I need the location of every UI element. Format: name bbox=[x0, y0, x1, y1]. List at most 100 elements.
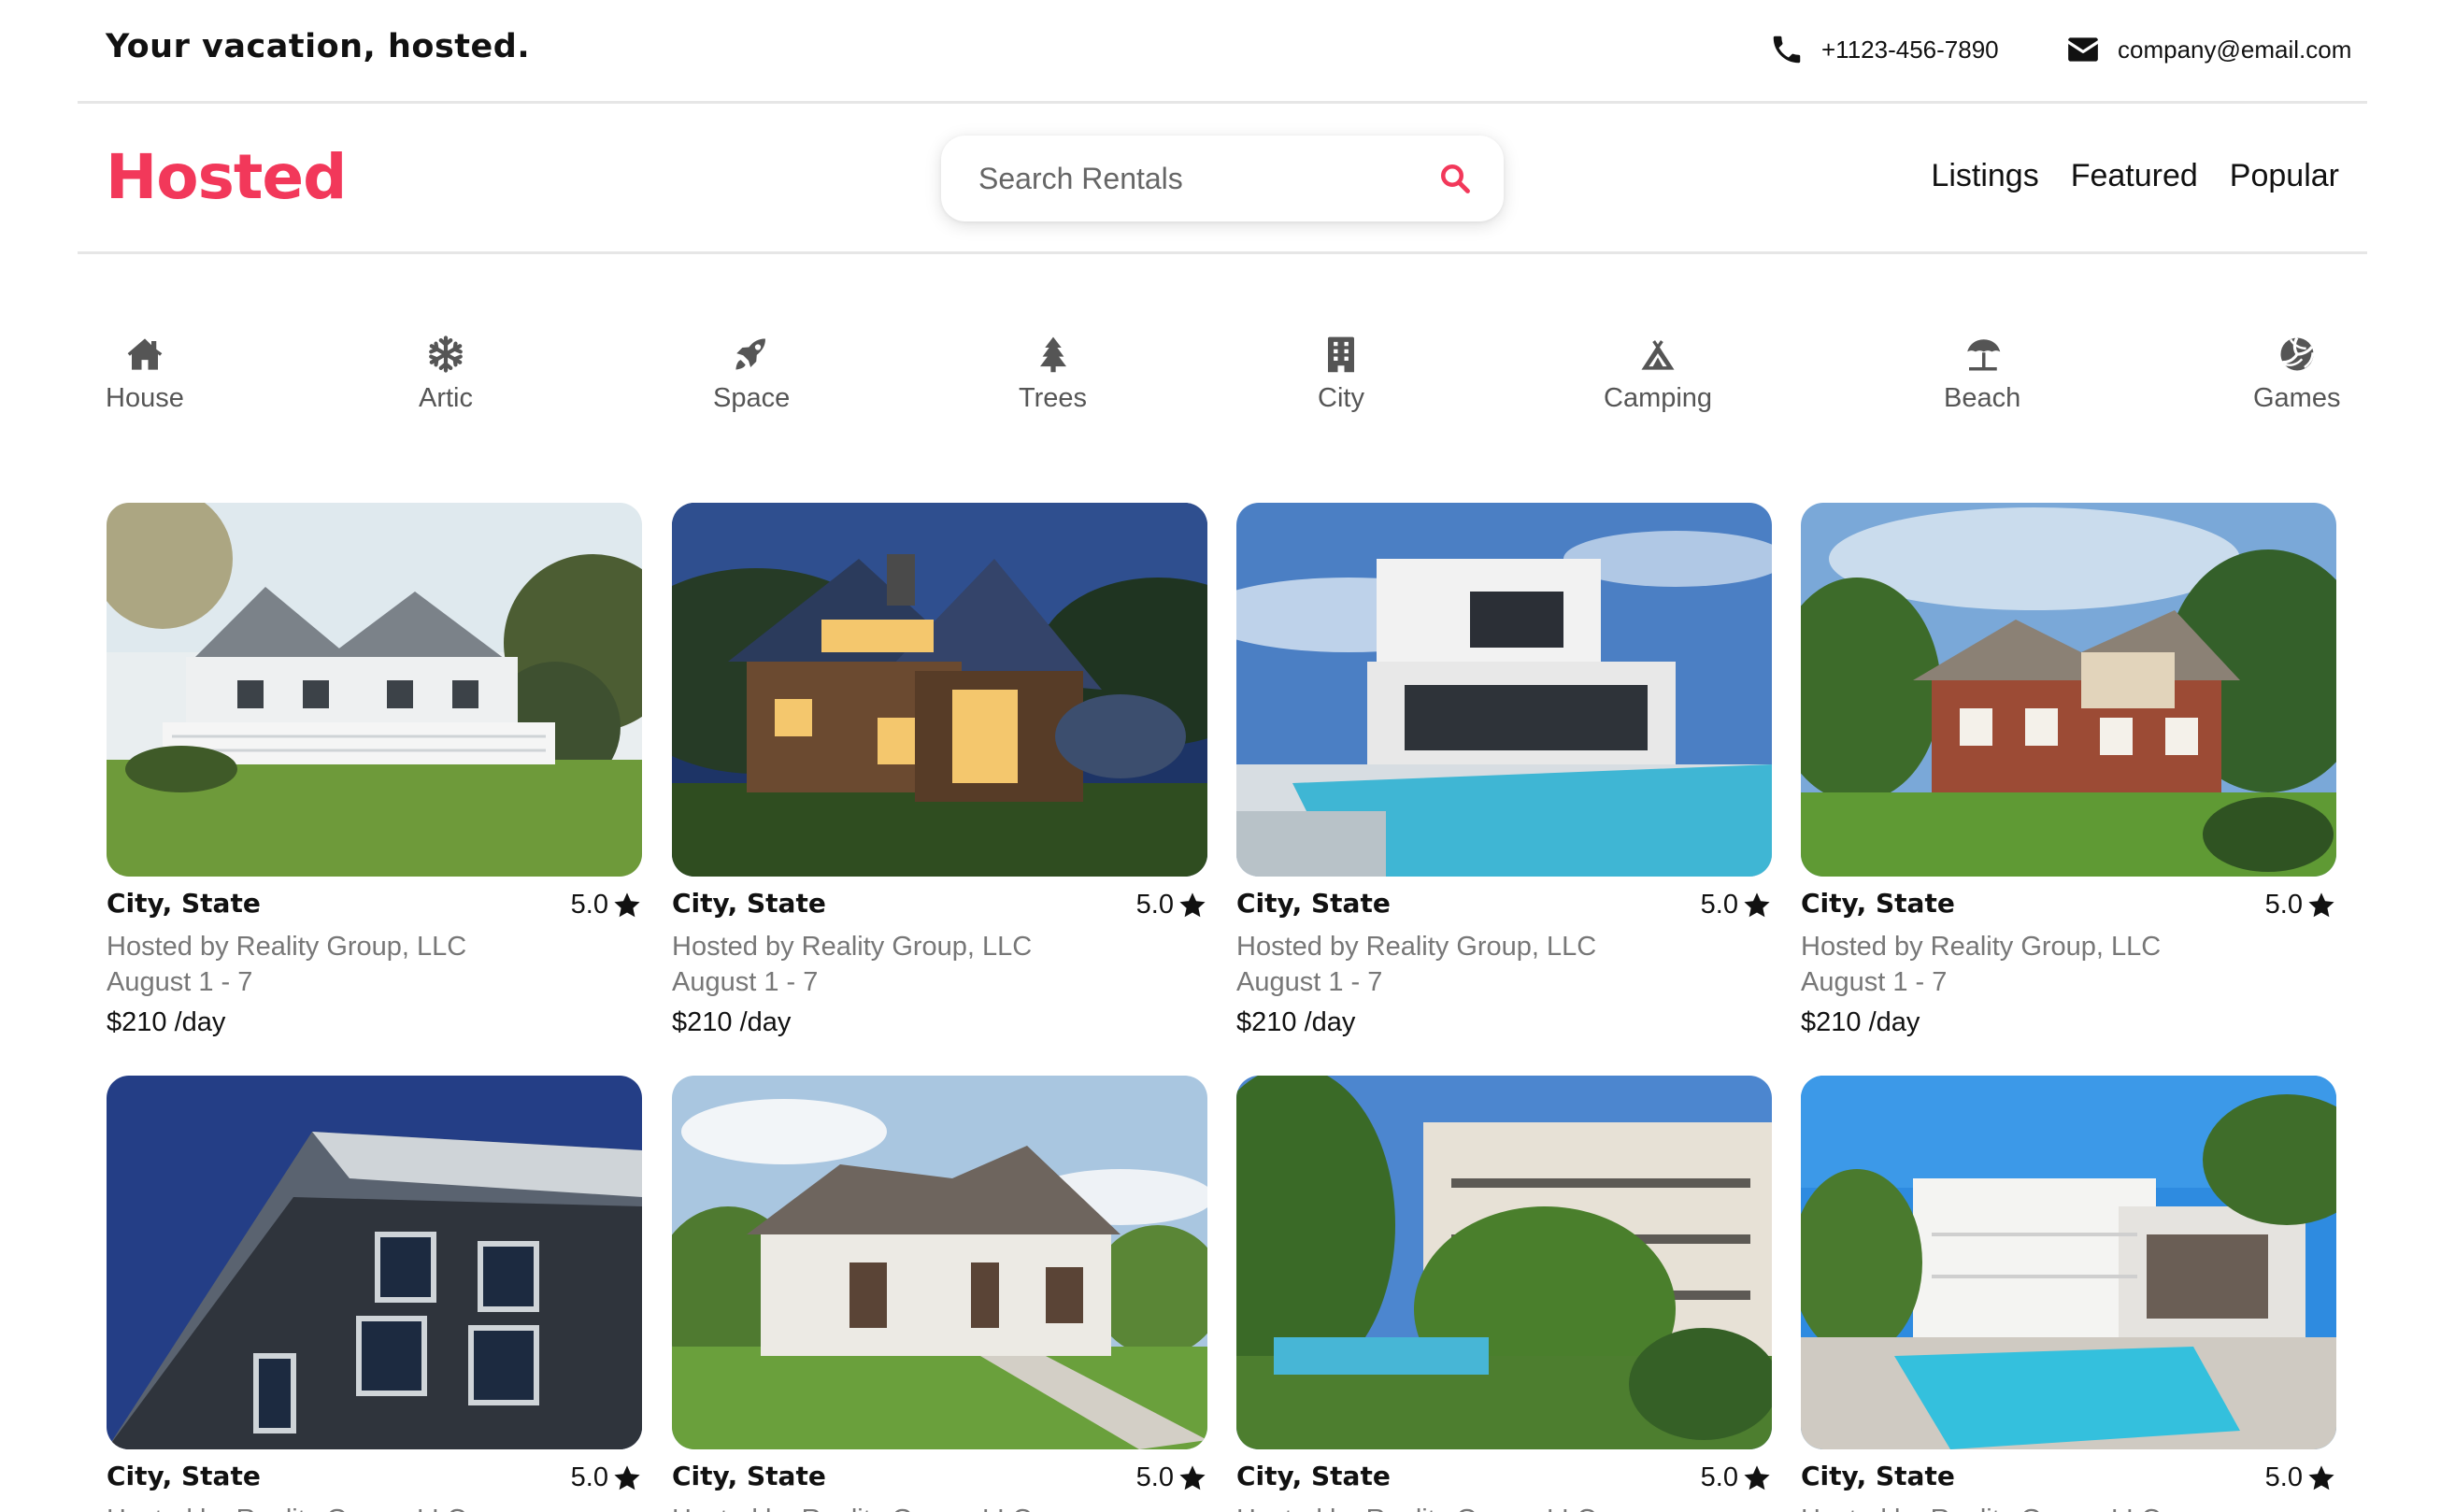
listing-dates: August 1 - 7 bbox=[1236, 967, 1383, 997]
rating-value: 5.0 bbox=[570, 1462, 608, 1492]
listing-card[interactable]: City, State 5.0 Hosted by Reality Group,… bbox=[1236, 1076, 1772, 1512]
listing-photo[interactable] bbox=[1801, 1076, 2336, 1449]
category-label: Space bbox=[713, 383, 791, 413]
listing-rating: 5.0 bbox=[1136, 890, 1207, 920]
tree-icon bbox=[1039, 336, 1066, 373]
listing-location: City, State bbox=[1236, 888, 1391, 919]
phone-number: +1123-456-7890 bbox=[1821, 35, 1999, 64]
listing-rating: 5.0 bbox=[1701, 890, 1772, 920]
listing-host: Hosted by Reality Group, LLC bbox=[672, 1502, 1207, 1512]
category-space[interactable]: Space bbox=[713, 335, 790, 414]
listing-card[interactable]: City, State 5.0 Hosted by Reality Group,… bbox=[1236, 503, 1772, 1038]
snowflake-icon bbox=[429, 335, 463, 373]
listing-rating: 5.0 bbox=[1701, 1462, 1772, 1493]
phone-contact[interactable]: +1123-456-7890 bbox=[1769, 32, 1999, 67]
listing-host: Hosted by Reality Group, LLC bbox=[1236, 1502, 1772, 1512]
category-beach[interactable]: Beach bbox=[1944, 335, 2020, 414]
category-label: House bbox=[106, 383, 184, 413]
tent-icon bbox=[1641, 340, 1675, 370]
umbrella-beach-icon bbox=[1967, 339, 2001, 371]
listing-host: Hosted by Reality Group, LLC bbox=[1236, 932, 1597, 962]
category-label: Artic bbox=[419, 383, 473, 413]
listing-host: Hosted by Reality Group, LLC bbox=[1801, 932, 2162, 962]
category-artic[interactable]: Artic bbox=[419, 335, 473, 414]
listing-meta: City, State 5.0 bbox=[672, 1449, 1207, 1494]
star-icon bbox=[2308, 892, 2334, 917]
nav-listings[interactable]: Listings bbox=[1931, 158, 2038, 194]
house-icon bbox=[127, 338, 163, 370]
star-icon bbox=[1744, 1464, 1770, 1490]
category-trees[interactable]: Trees bbox=[1019, 335, 1087, 414]
phone-icon bbox=[1773, 36, 1801, 64]
listing-card[interactable]: City, State 5.0 Hosted by Reality Group,… bbox=[1801, 1076, 2336, 1512]
star-icon bbox=[2308, 1464, 2334, 1490]
listing-meta: City, State 5.0 bbox=[1801, 877, 2336, 921]
category-label: Camping bbox=[1604, 383, 1713, 413]
listing-dates: August 1 - 7 bbox=[672, 967, 819, 997]
listing-location: City, State bbox=[1236, 1461, 1391, 1491]
main-nav: Listings Featured Popular bbox=[1931, 158, 2339, 194]
listing-price: $210 /day bbox=[672, 1007, 792, 1037]
search-input[interactable] bbox=[978, 158, 1390, 199]
main-header: Hosted Listings Featured Popular bbox=[78, 104, 2367, 254]
category-label: Beach bbox=[1944, 383, 2021, 413]
listing-rating: 5.0 bbox=[2265, 1462, 2336, 1493]
search-icon[interactable] bbox=[1438, 162, 1472, 195]
listing-photo[interactable] bbox=[1801, 503, 2336, 877]
category-label: Trees bbox=[1019, 383, 1088, 413]
listing-photo[interactable] bbox=[672, 1076, 1207, 1449]
listing-dates: August 1 - 7 bbox=[107, 967, 253, 997]
listing-host: Hosted by Reality Group, LLC bbox=[1801, 1502, 2336, 1512]
star-icon bbox=[1179, 892, 1206, 917]
star-icon bbox=[1744, 892, 1770, 917]
rating-value: 5.0 bbox=[570, 890, 608, 920]
volleyball-icon bbox=[2280, 336, 2314, 371]
listing-photo[interactable] bbox=[107, 503, 642, 877]
listing-location: City, State bbox=[672, 888, 826, 919]
listing-rating: 5.0 bbox=[571, 1462, 642, 1493]
listing-meta: City, State 5.0 bbox=[1236, 877, 1772, 921]
nav-popular[interactable]: Popular bbox=[2230, 158, 2339, 194]
tagline: Your vacation, hosted. bbox=[106, 28, 531, 65]
listing-meta: City, State 5.0 bbox=[107, 877, 642, 921]
listing-price: $210 /day bbox=[1801, 1007, 1920, 1037]
listing-photo[interactable] bbox=[107, 1076, 642, 1449]
star-icon bbox=[614, 1464, 640, 1490]
listing-location: City, State bbox=[1801, 1461, 1955, 1491]
listing-card[interactable]: City, State 5.0 Hosted by Reality Group,… bbox=[1801, 503, 2336, 1038]
category-city[interactable]: City bbox=[1318, 335, 1364, 414]
listing-photo[interactable] bbox=[1236, 503, 1772, 877]
listing-photo[interactable] bbox=[672, 503, 1207, 877]
logo[interactable]: Hosted bbox=[106, 141, 347, 213]
listing-card[interactable]: City, State 5.0 Hosted by Reality Group,… bbox=[107, 1076, 642, 1512]
nav-featured[interactable]: Featured bbox=[2071, 158, 2198, 194]
rating-value: 5.0 bbox=[1135, 1462, 1174, 1492]
listing-price: $210 /day bbox=[107, 1007, 226, 1037]
listing-price: $210 /day bbox=[1236, 1007, 1356, 1037]
listing-card[interactable]: City, State 5.0 Hosted by Reality Group,… bbox=[672, 1076, 1207, 1512]
category-label: Games bbox=[2253, 383, 2341, 413]
category-games[interactable]: Games bbox=[2253, 335, 2340, 414]
listing-location: City, State bbox=[107, 1461, 261, 1491]
category-camping[interactable]: Camping bbox=[1604, 335, 1712, 414]
listing-rating: 5.0 bbox=[1136, 1462, 1207, 1493]
listing-card[interactable]: City, State 5.0 Hosted by Reality Group,… bbox=[672, 503, 1207, 1038]
category-house[interactable]: House bbox=[106, 335, 184, 414]
listing-host: Hosted by Reality Group, LLC bbox=[107, 932, 467, 962]
star-icon bbox=[1179, 1464, 1206, 1490]
listing-card[interactable]: City, State 5.0 Hosted by Reality Group,… bbox=[107, 503, 642, 1038]
rating-value: 5.0 bbox=[2264, 1462, 2303, 1492]
listing-meta: City, State 5.0 bbox=[1236, 1449, 1772, 1494]
listing-location: City, State bbox=[107, 888, 261, 919]
email-contact[interactable]: company@email.com bbox=[2065, 32, 2351, 67]
envelope-icon bbox=[2068, 37, 2098, 62]
category-label: City bbox=[1318, 383, 1364, 413]
listing-photo[interactable] bbox=[1236, 1076, 1772, 1449]
top-bar: Your vacation, hosted. +1123-456-7890 co… bbox=[78, 0, 2367, 104]
rating-value: 5.0 bbox=[1700, 890, 1738, 920]
listing-host: Hosted by Reality Group, LLC bbox=[107, 1502, 642, 1512]
listing-meta: City, State 5.0 bbox=[107, 1449, 642, 1494]
building-icon bbox=[1327, 336, 1354, 373]
rating-value: 5.0 bbox=[2264, 890, 2303, 920]
listing-location: City, State bbox=[1801, 888, 1955, 919]
